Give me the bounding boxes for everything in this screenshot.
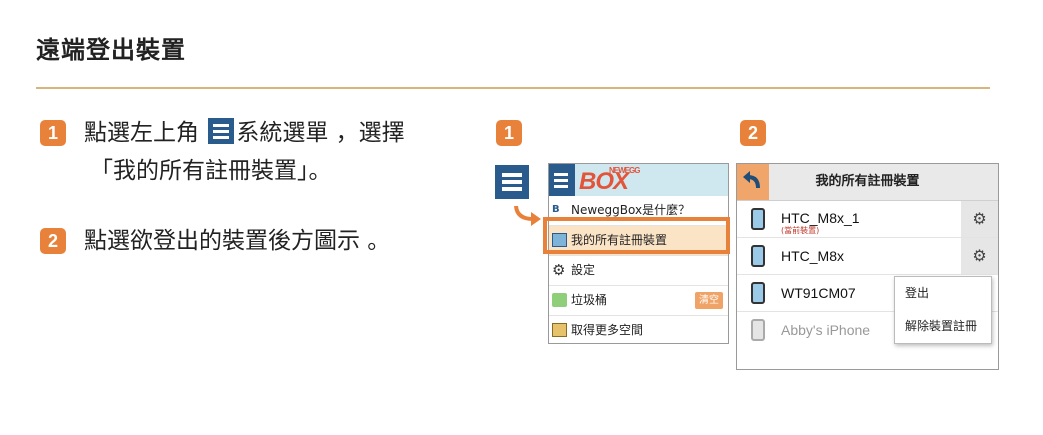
unregister-menu-item[interactable]: 解除裝置註冊 xyxy=(895,310,991,343)
gear-icon[interactable]: ⚙ xyxy=(961,238,998,274)
empty-trash-button[interactable]: 清空 xyxy=(695,292,723,309)
phone-icon xyxy=(751,208,765,230)
box-logo-icon: B xyxy=(552,204,560,215)
device-row[interactable]: HTC_M8x ⚙ xyxy=(737,238,998,275)
device-context-menu: 登出 解除裝置註冊 xyxy=(894,276,992,344)
menu-item-trash[interactable]: 垃圾桶 清空 xyxy=(549,286,728,316)
devices-header: 我的所有註冊裝置 xyxy=(737,164,998,201)
menu-icon xyxy=(495,165,529,199)
device-row[interactable]: HTC_M8x_1 (當前裝置) ⚙ xyxy=(737,201,998,238)
step-1-text-b: 系統選單 ，選擇 xyxy=(236,120,405,146)
device-name: Abby's iPhone xyxy=(781,322,871,338)
gear-icon: ⚙ xyxy=(552,261,566,279)
step-1-text: 點選左上角 系統選單 ，選擇 xyxy=(84,114,405,152)
phone-icon xyxy=(751,319,765,341)
page-title: 遠端登出裝置 xyxy=(36,36,186,64)
current-device-label: (當前裝置) xyxy=(781,226,820,235)
menu-icon xyxy=(208,118,235,144)
step-1-text-a: 點選左上角 xyxy=(84,120,199,146)
menu-item-more-space[interactable]: 取得更多空間 xyxy=(549,316,728,343)
step-1-text-line2: 「我的所有註冊裝置」。 xyxy=(90,158,332,184)
highlight-frame xyxy=(543,217,730,254)
storage-icon xyxy=(552,323,567,337)
menu-item-settings[interactable]: ⚙ 設定 xyxy=(549,256,728,286)
logout-menu-item[interactable]: 登出 xyxy=(895,277,991,310)
box-logo: NEWEGG BOX xyxy=(579,166,640,195)
step-2-badge: 2 xyxy=(40,228,66,254)
device-name: HTC_M8x_1 xyxy=(781,210,860,226)
gear-icon[interactable]: ⚙ xyxy=(961,201,998,237)
figure-1-badge: 1 xyxy=(496,120,522,146)
figure-2-badge: 2 xyxy=(740,120,766,146)
divider xyxy=(36,87,990,89)
recycle-bin-icon xyxy=(552,293,567,307)
phone-icon xyxy=(751,245,765,267)
device-name: HTC_M8x xyxy=(781,248,845,264)
step-2-text: 點選欲登出的裝置後方圖示 。 xyxy=(84,228,391,254)
menu-icon[interactable] xyxy=(549,164,575,196)
device-name: WT91CM07 xyxy=(781,285,856,301)
devices-title: 我的所有註冊裝置 xyxy=(815,174,920,189)
phone-icon xyxy=(751,282,765,304)
app-menu-header: NEWEGG BOX xyxy=(549,164,728,196)
arrow-icon xyxy=(514,205,541,226)
step-1-badge: 1 xyxy=(40,120,66,146)
